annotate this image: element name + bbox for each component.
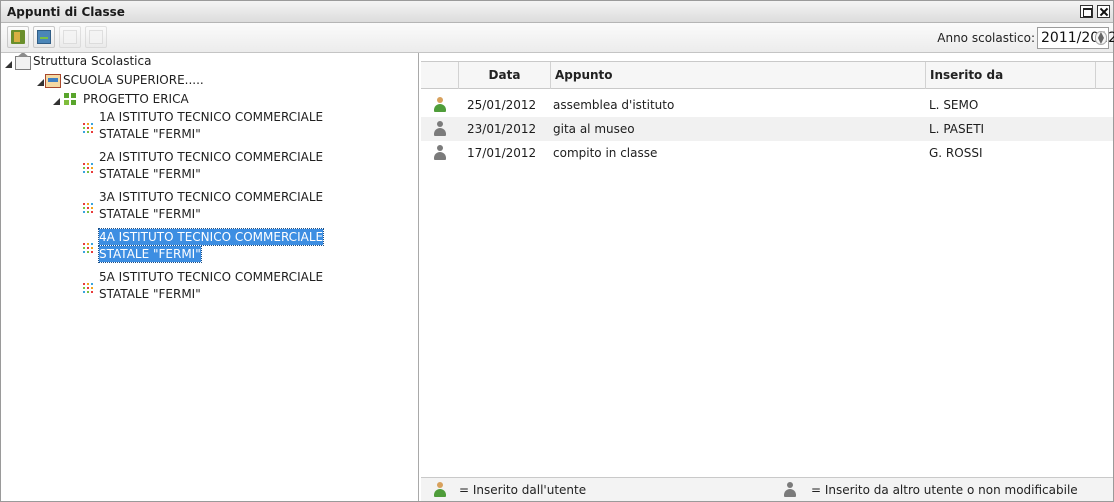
tree-node-label: STATALE "FERMI": [99, 167, 201, 181]
tree-node-school[interactable]: SCUOLA SUPERIORE.....: [1, 71, 401, 89]
grid-button[interactable]: [33, 26, 55, 48]
appunti-grid: Data Appunto Inserito da 25/01/2012 asse…: [421, 53, 1113, 501]
user-mine-icon: [433, 97, 447, 113]
cell-inserito-da: L. PASETI: [929, 122, 985, 136]
tree-node-class-4a[interactable]: 4A ISTITUTO TECNICO COMMERCIALE STATALE …: [1, 228, 401, 267]
cell-appunto: gita al museo: [553, 122, 635, 136]
class-icon: [83, 123, 93, 133]
appunti-window: Appunti di Classe Anno scolastico: 2011/…: [0, 0, 1114, 502]
user-mine-icon: [433, 482, 447, 498]
spinner-icon[interactable]: ▲ ▼: [1095, 31, 1107, 45]
tree-node-label: STATALE "FERMI": [99, 207, 201, 221]
exit-button[interactable]: [7, 26, 29, 48]
cell-inserito-da: L. SEMO: [929, 98, 979, 112]
anno-scolastico-spinner[interactable]: 2011/2012 ▲ ▼: [1037, 27, 1114, 49]
column-header-icon: [421, 62, 459, 89]
tree-node-root[interactable]: Struttura Scolastica: [1, 53, 401, 71]
expand-toggle-icon[interactable]: [5, 61, 12, 68]
column-header-spacer: [1096, 62, 1113, 89]
class-icon: [83, 163, 93, 173]
tree-node-class-5a[interactable]: 5A ISTITUTO TECNICO COMMERCIALE STATALE …: [1, 269, 401, 307]
user-other-icon: [433, 145, 447, 161]
class-icon: [83, 243, 93, 253]
title-bar: Appunti di Classe: [1, 1, 1113, 23]
tree-node-label: STATALE "FERMI": [99, 127, 201, 141]
tree-node-project[interactable]: PROGETTO ERICA: [1, 89, 401, 107]
tree-node-label: 3A ISTITUTO TECNICO COMMERCIALE: [99, 190, 324, 204]
cell-appunto: assemblea d'istituto: [553, 98, 675, 112]
maximize-icon[interactable]: [1080, 5, 1093, 18]
tree-node-label: 2A ISTITUTO TECNICO COMMERCIALE: [99, 150, 324, 164]
expand-toggle-icon[interactable]: [37, 79, 44, 86]
legend-bar: = Inserito dall'utente = Inserito da alt…: [421, 477, 1113, 501]
toolbar: Anno scolastico: 2011/2012 ▲ ▼: [1, 23, 1114, 53]
column-header-inserito-da[interactable]: Inserito da: [926, 62, 1096, 89]
table-row[interactable]: 25/01/2012 assemblea d'istituto L. SEMO: [421, 93, 1113, 117]
structure-tree: Struttura Scolastica SCUOLA SUPERIORE...…: [1, 53, 419, 501]
window-title: Appunti di Classe: [7, 5, 125, 19]
grid-icon: [37, 30, 51, 44]
project-icon: [63, 92, 79, 106]
cell-inserito-da: G. ROSSI: [929, 146, 983, 160]
legend-mine-text: = Inserito dall'utente: [459, 483, 587, 497]
tree-node-label: PROGETTO ERICA: [83, 92, 189, 106]
user-other-icon: [433, 121, 447, 137]
legend-other-text: = Inserito da altro utente o non modific…: [811, 483, 1078, 497]
close-icon[interactable]: [1097, 5, 1110, 18]
grid-header: Data Appunto Inserito da: [421, 61, 1113, 89]
column-header-appunto[interactable]: Appunto: [551, 62, 926, 89]
tree-node-class-1a[interactable]: 1A ISTITUTO TECNICO COMMERCIALE STATALE …: [1, 109, 401, 147]
tree-node-label: STATALE "FERMI": [99, 287, 201, 301]
tree-node-label: 4A ISTITUTO TECNICO COMMERCIALE: [97, 228, 325, 246]
table-row[interactable]: 17/01/2012 compito in classe G. ROSSI: [421, 141, 1113, 165]
tree-node-label: 5A ISTITUTO TECNICO COMMERCIALE: [99, 270, 324, 284]
user-other-icon: [783, 482, 797, 498]
exit-icon: [11, 30, 25, 44]
tree-node-label: 1A ISTITUTO TECNICO COMMERCIALE: [99, 110, 324, 124]
cell-data: 17/01/2012: [467, 146, 537, 160]
expand-toggle-icon[interactable]: [53, 98, 60, 105]
tree-node-class-2a[interactable]: 2A ISTITUTO TECNICO COMMERCIALE STATALE …: [1, 149, 401, 187]
tree-node-label: SCUOLA SUPERIORE.....: [63, 73, 204, 87]
house-icon: [15, 53, 31, 70]
arrow-right-icon: [89, 30, 103, 44]
arrow-left-icon: [63, 30, 77, 44]
cell-data: 25/01/2012: [467, 98, 537, 112]
tree-node-label: STATALE "FERMI": [98, 245, 202, 263]
previous-button[interactable]: [59, 26, 81, 48]
class-icon: [83, 203, 93, 213]
next-button[interactable]: [85, 26, 107, 48]
anno-scolastico-label: Anno scolastico:: [937, 31, 1035, 45]
tree-node-class-3a[interactable]: 3A ISTITUTO TECNICO COMMERCIALE STATALE …: [1, 189, 401, 227]
column-header-data[interactable]: Data: [459, 62, 551, 89]
cell-data: 23/01/2012: [467, 122, 537, 136]
table-row[interactable]: 23/01/2012 gita al museo L. PASETI: [421, 117, 1113, 141]
cell-appunto: compito in classe: [553, 146, 658, 160]
class-icon: [83, 283, 93, 293]
tree-node-label: Struttura Scolastica: [33, 54, 152, 68]
school-icon: [45, 74, 61, 88]
